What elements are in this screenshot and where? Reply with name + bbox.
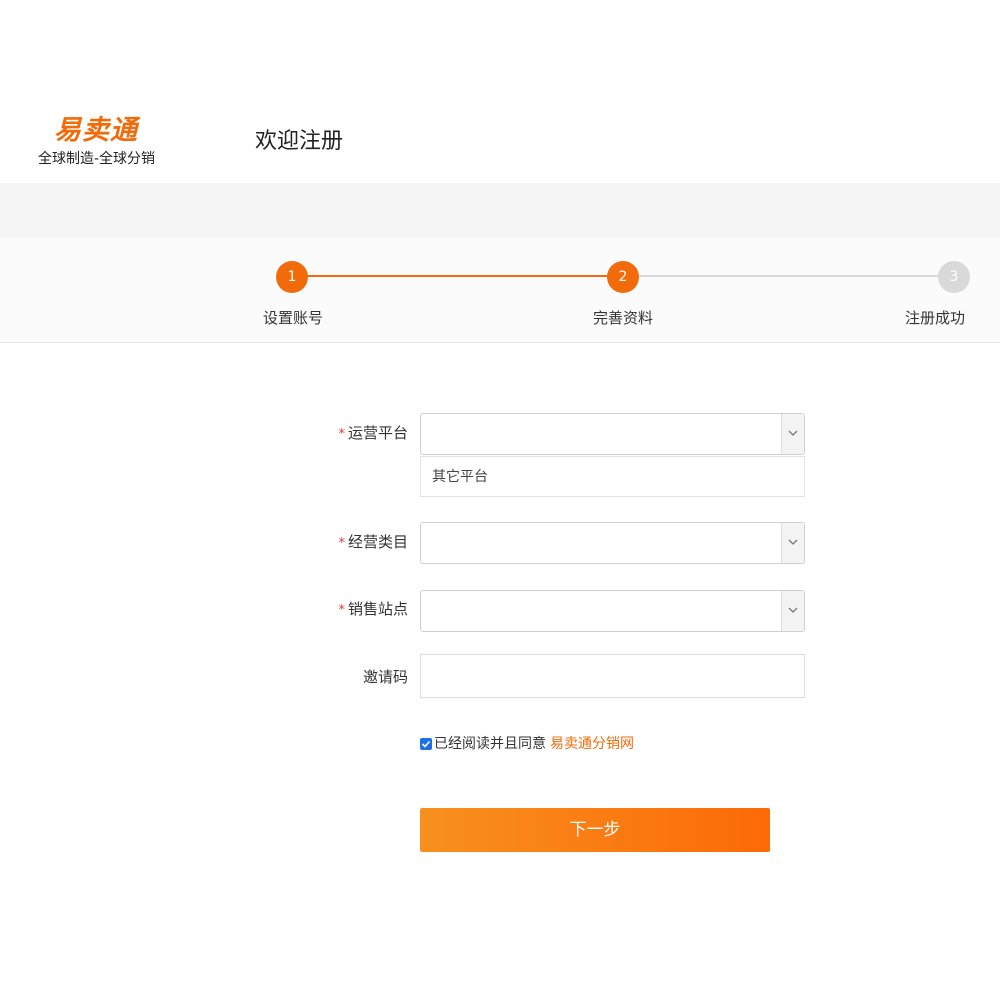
step-progress: 1 2 3 设置账号 完善资料 注册成功 [0,238,1000,343]
category-label: * 经营类目 [298,532,408,554]
step-3-circle: 3 [938,261,970,293]
page-title: 欢迎注册 [255,129,344,154]
chevron-down-icon[interactable] [781,591,804,631]
platform-dropdown: 其它平台 [420,456,805,497]
required-mark: * [338,427,345,442]
agree-text: 已经阅读并且同意 [434,736,546,752]
platform-option-other[interactable]: 其它平台 [432,467,488,487]
step-2-label: 完善资料 [593,309,654,327]
platform-label-text: 运营平台 [347,424,408,442]
agree-checkbox[interactable] [420,738,432,750]
step-3-label: 注册成功 [905,309,966,327]
agreement-link[interactable]: 易卖通分销网 [550,734,634,754]
step-1-circle: 1 [276,261,308,293]
required-mark: * [338,603,345,618]
logo: 易卖通 [54,115,138,146]
logo-slogan: 全球制造-全球分销 [38,151,156,167]
invite-label: 邀请码 [362,668,408,686]
chevron-down-icon[interactable] [781,523,804,563]
step-1-label: 设置账号 [263,309,324,327]
site-label: * 销售站点 [298,599,408,621]
site-select[interactable] [420,590,805,632]
category-label-text: 经营类目 [347,533,408,551]
platform-label: * 运营平台 [298,423,408,445]
required-mark: * [338,536,345,551]
category-select[interactable] [420,522,805,564]
site-label-text: 销售站点 [347,600,408,618]
step-connector-pending [623,275,954,277]
chevron-down-icon[interactable] [781,414,804,454]
step-connector-completed [292,275,623,277]
next-step-button[interactable]: 下一步 [420,808,770,852]
platform-select[interactable] [420,413,805,455]
step-2-circle: 2 [607,261,639,293]
header-band [0,183,1000,238]
agreement-row: 已经阅读并且同意 易卖通分销网 [420,734,634,754]
invite-code-input[interactable] [420,654,805,698]
